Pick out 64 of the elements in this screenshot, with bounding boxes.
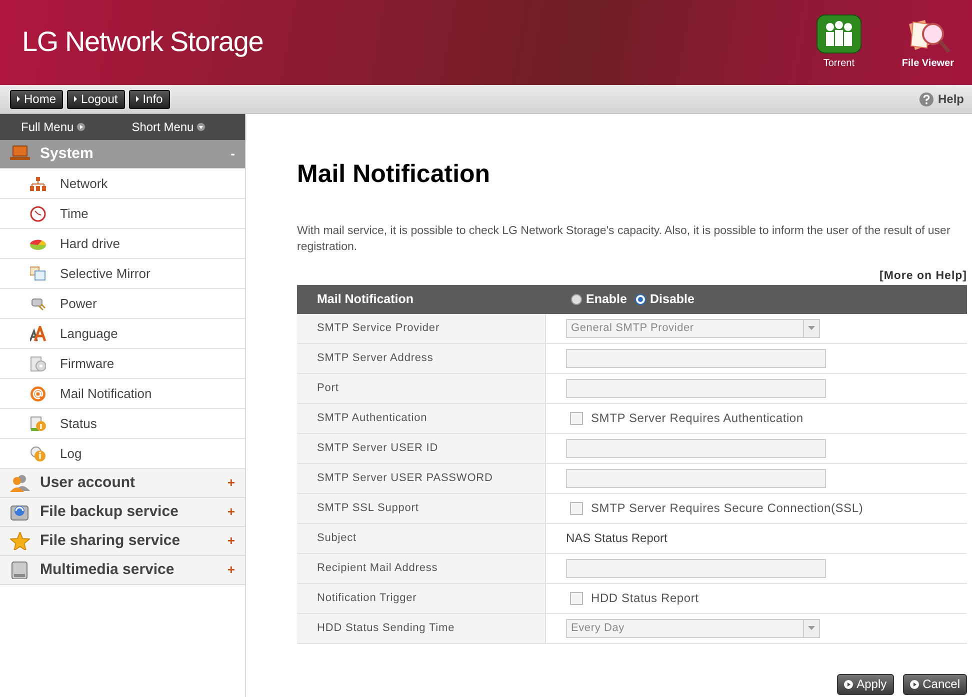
toggle-sign[interactable]: + [227,531,235,551]
field-label: SMTP Server USER ID [297,434,546,463]
description-text: With mail service, it is possible to check LG Network Storage's capacity. Also, it is possible to inform the user of the result of user registration. [297,224,952,254]
arrow-icon [196,123,205,131]
checkbox-option[interactable]: SMTP Server Requires Authentication [566,409,804,428]
section-header[interactable]: File backup service + [0,498,245,527]
section-header[interactable]: Multimedia service + [0,556,245,585]
users-icon [10,474,30,492]
field-label: Recipient Mail Address [297,554,546,583]
help-link[interactable]: [More on Help] [880,268,967,285]
section-header[interactable]: User account + [0,469,245,498]
checkbox-option[interactable]: SMTP Server Requires Secure Connection(SSL) [566,499,864,518]
field-label: SMTP Authentication [297,404,546,433]
clock-icon [30,206,46,222]
field-label: SMTP SSL Support [297,494,546,523]
menu-toggle[interactable]: Full Menu [21,118,85,136]
nav-button[interactable]: Logout [67,90,125,108]
info-icon [30,416,46,432]
checkbox[interactable] [570,592,583,605]
radio-option[interactable]: Disable [635,290,694,309]
app-launcher[interactable]: Torrent [816,14,862,71]
help-button[interactable]: Help [918,90,964,108]
section-header[interactable]: File sharing service + [0,527,245,556]
page-title: Mail Notification [297,159,492,190]
field-label: SMTP Server Address [297,344,546,373]
checkbox-option[interactable]: HDD Status Report [566,589,699,608]
arrow-icon [76,123,85,131]
field-label: HDD Status Sending Time [297,614,546,643]
star-icon [10,532,30,550]
app-title: LG Network Storage [22,24,264,59]
field-label: SMTP Service Provider [297,314,546,343]
checkbox[interactable] [570,412,583,425]
app-launcher[interactable]: File Viewer [902,14,954,71]
radio-button[interactable] [571,294,582,305]
field-label: Notification Trigger [297,584,546,613]
caret-icon [808,626,815,630]
field-value: NAS Status Report [566,530,668,548]
at-icon [30,386,46,402]
radio-option[interactable]: Enable [571,290,627,309]
caret-icon [808,326,815,330]
form-button[interactable]: Apply [836,674,894,695]
toggle-sign[interactable]: + [227,473,235,493]
field-label: SMTP Server USER PASSWORD [297,464,546,493]
info-icon [30,446,46,462]
nav-button[interactable]: Home [10,90,64,108]
toggle-sign[interactable]: + [227,560,235,580]
laptop-icon [10,145,30,163]
form-header: Mail Notification Enable Disable [297,284,967,314]
radio-button[interactable] [635,294,646,305]
drive-icon [10,561,30,579]
disc-icon [30,356,46,372]
question-icon [918,92,934,106]
letter-icon [30,326,46,342]
hierarchy-icon [30,176,46,192]
menu-toggle[interactable]: Short Menu [132,118,205,136]
checkbox[interactable] [570,502,583,515]
people-icon [816,14,862,54]
windows-icon [30,266,46,282]
field-label: Port [297,374,546,403]
field-label: Subject [297,524,546,553]
nav-button[interactable]: Info [128,90,170,108]
form-button[interactable]: Cancel [902,674,967,695]
drive-icon [10,503,30,521]
toggle-sign[interactable]: + [227,502,235,522]
